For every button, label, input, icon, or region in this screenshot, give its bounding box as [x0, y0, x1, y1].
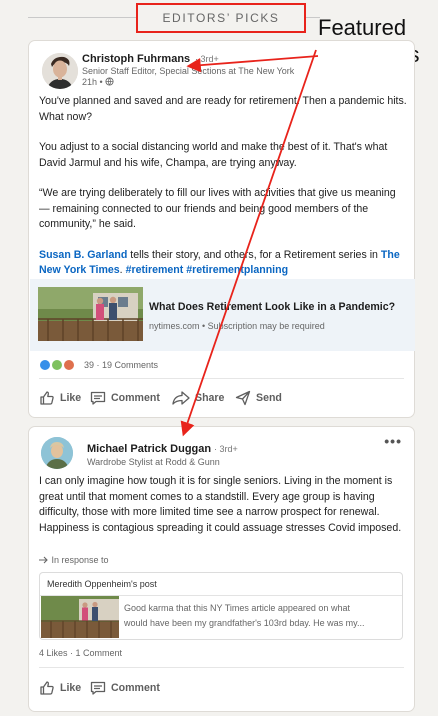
like-reaction-icon: [39, 359, 51, 371]
commenter-avatar[interactable]: [41, 437, 73, 469]
in-response-label: In response to: [51, 555, 109, 565]
annotation-line-1: Featured: [318, 15, 407, 40]
comment-label: Comment: [111, 392, 160, 404]
globe-icon: [105, 77, 114, 86]
commenter-degree: · 3rd+: [214, 444, 238, 454]
quoted-post-line-2: would have been my grandfather's 103rd b…: [124, 618, 365, 628]
arrow-right-icon: [39, 556, 48, 564]
comment-stats[interactable]: 4 Likes · 1 Comment: [39, 648, 122, 658]
author-avatar[interactable]: [42, 53, 78, 89]
share-label: Share: [195, 392, 225, 404]
post-time: 21h •: [82, 77, 114, 87]
commenter-name[interactable]: Michael Patrick Duggan: [87, 443, 211, 455]
comment-like-button[interactable]: Like: [39, 678, 81, 698]
connection-degree: · 3rd+: [195, 54, 219, 64]
quoted-post[interactable]: Meredith Oppenheim's post Good karma tha…: [39, 572, 403, 640]
like-button[interactable]: Like: [39, 388, 81, 408]
post-paragraph-4-text: tells their story, and others, for a Ret…: [127, 248, 381, 261]
like-label: Like: [60, 392, 82, 404]
comment-body: I can only imagine how tough it is for s…: [39, 475, 402, 534]
send-button[interactable]: Send: [235, 388, 282, 408]
like-icon: [40, 681, 54, 695]
article-source: nytimes.com • Subscription may be requir…: [149, 321, 325, 331]
comment-like-label: Like: [60, 682, 82, 694]
love-reaction-icon: [63, 359, 75, 371]
author-name[interactable]: Christoph Fuhrmans: [82, 53, 190, 65]
post-card: Christoph Fuhrmans · 3rd+ Senior Staff E…: [28, 40, 415, 418]
comment-icon: [90, 681, 106, 695]
post-body: You've planned and saved and are ready f…: [39, 94, 409, 294]
quoted-post-excerpt: Good karma that this NY Times article ap…: [124, 601, 398, 631]
more-icon[interactable]: •••: [384, 433, 402, 449]
actions-divider: [39, 378, 404, 379]
hashtags[interactable]: #retirement #retirementplanning: [123, 264, 289, 276]
reactions-count[interactable]: 39 · 19 Comments: [84, 360, 158, 370]
post-paragraph-1: You've planned and saved and are ready f…: [39, 95, 407, 123]
article-title[interactable]: What Does Retirement Look Like in a Pand…: [149, 301, 395, 313]
header-rule-left: [28, 17, 136, 18]
like-icon: [40, 391, 54, 405]
send-label: Send: [256, 392, 282, 404]
celebrate-reaction-icon: [51, 359, 63, 371]
comment-card: Michael Patrick Duggan · 3rd+ Wardrobe S…: [28, 426, 415, 712]
post-time-text: 21h •: [82, 77, 103, 87]
article-thumbnail: [38, 287, 143, 341]
share-button[interactable]: Share: [172, 388, 224, 408]
commenter-headline: Wardrobe Stylist at Rodd & Gunn: [87, 457, 220, 467]
comment-reply-button[interactable]: Comment: [90, 678, 160, 698]
post-paragraph-4: Susan B. Garland tells their story, and …: [39, 248, 409, 279]
editors-picks-title: EDITORS’ PICKS: [136, 3, 306, 33]
post-paragraph-3: “We are trying deliberately to fill our …: [39, 187, 396, 230]
quoted-post-thumbnail: [41, 596, 119, 638]
article-preview[interactable]: What Does Retirement Look Like in a Pand…: [30, 279, 415, 351]
in-response-to: In response to: [39, 555, 109, 565]
comment-icon: [90, 391, 106, 405]
author-headline: Senior Staff Editor, Special Sections at…: [82, 66, 295, 76]
share-icon: [172, 391, 190, 405]
comment-reply-label: Comment: [111, 682, 160, 694]
comment-actions-divider: [39, 667, 404, 668]
quoted-post-line-1: Good karma that this NY Times article ap…: [124, 603, 350, 613]
send-icon: [235, 390, 251, 406]
comment-button[interactable]: Comment: [90, 388, 160, 408]
mention-susan-garland[interactable]: Susan B. Garland: [39, 249, 127, 261]
quoted-post-title[interactable]: Meredith Oppenheim's post: [47, 579, 157, 589]
post-paragraph-2: You adjust to a social distancing world …: [39, 141, 388, 169]
